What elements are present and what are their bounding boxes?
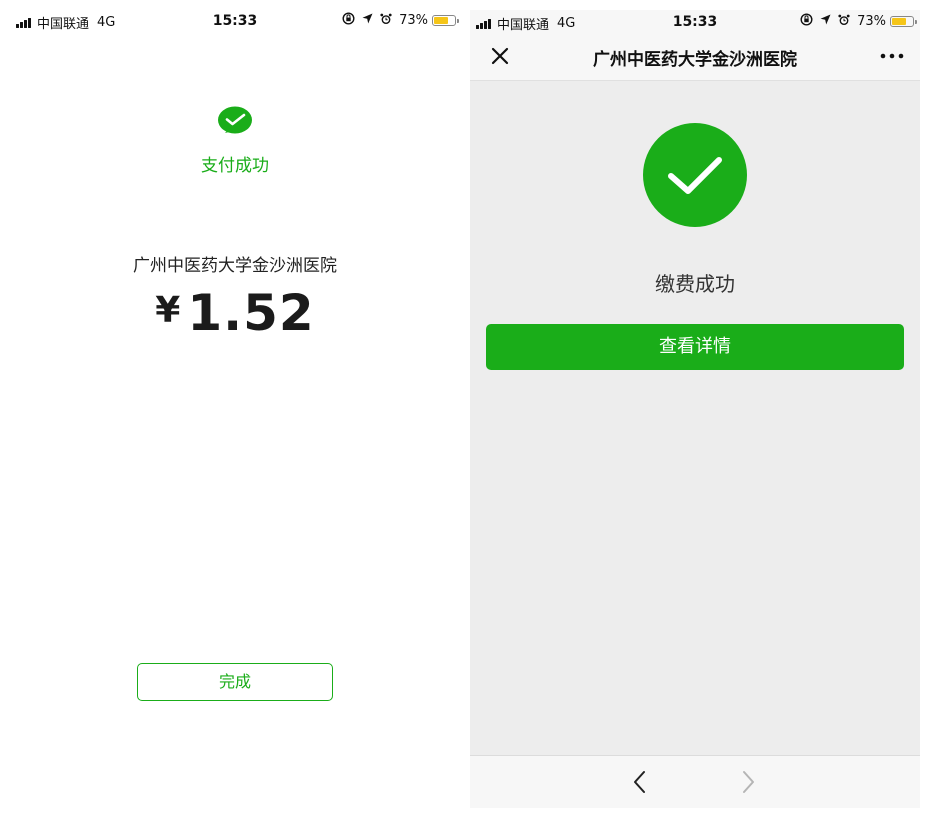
currency-symbol: ¥ [155,290,182,331]
merchant-name: 广州中医药大学金沙洲医院 [133,256,337,276]
battery-percent: 73% [857,13,886,29]
battery-percent: 73% [399,12,428,28]
done-button[interactable]: 完成 [137,663,333,701]
chevron-left-icon[interactable] [628,769,652,795]
wechat-pay-icon [218,106,252,134]
view-details-button[interactable]: 查看详情 [486,324,904,370]
payment-result-screen: 中国联通 4G 15:33 73% 支付成功 广州中医药大学金沙洲医院 ¥ 1.… [0,0,470,808]
payment-success-text: 支付成功 [201,156,269,176]
alarm-icon [838,14,850,29]
alarm-icon [380,13,392,28]
location-icon [820,14,831,28]
payment-amount: ¥1.52 [0,284,470,342]
payment-status-text: 缴费成功 [655,272,735,296]
check-circle-icon [643,123,747,227]
more-icon[interactable] [878,44,906,68]
status-bar: 中国联通 4G 15:33 73% [0,0,470,40]
payment-complete-webview: 中国联通 4G 15:33 73% 广州中医药大学金沙洲医院 缴费成功 查看详情 [470,10,920,808]
status-right: 73% [335,12,459,28]
browser-toolbar [470,755,920,808]
status-bar: 中国联通 4G 15:33 73% [470,10,920,33]
location-icon [362,13,373,27]
orientation-lock-icon [800,13,813,29]
status-right: 73% [793,13,917,29]
page-title: 广州中医药大学金沙洲医院 [593,50,797,70]
screenshot-frame: 中国联通 4G 15:33 73% 支付成功 广州中医药大学金沙洲医院 ¥ 1.… [0,0,930,820]
close-icon[interactable] [488,44,512,68]
battery-icon [890,15,917,27]
chevron-right-icon[interactable] [736,769,760,795]
nav-bar: 广州中医药大学金沙洲医院 [470,32,920,81]
orientation-lock-icon [342,12,355,28]
amount-value: 1.52 [187,284,315,342]
battery-icon [432,14,459,26]
